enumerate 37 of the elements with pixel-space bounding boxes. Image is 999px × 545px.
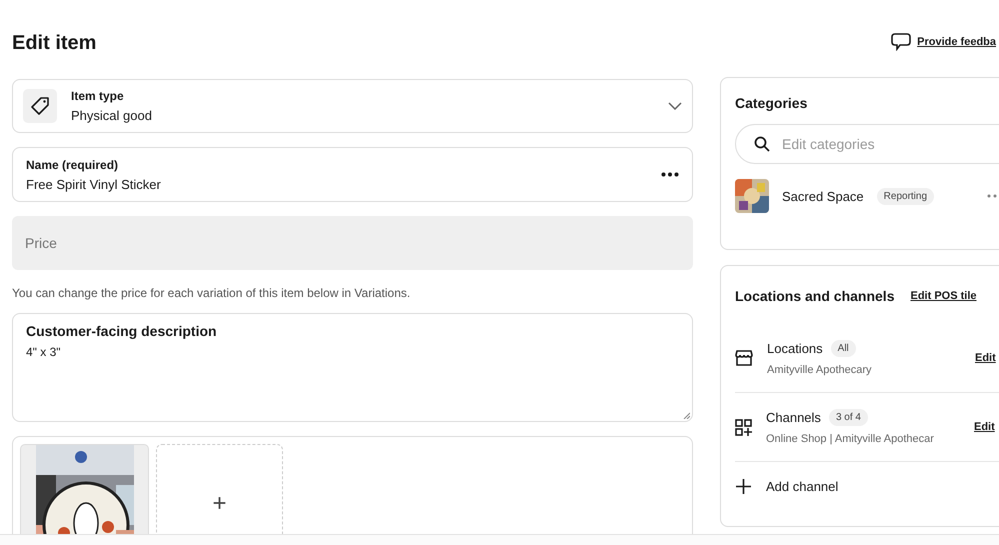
field-label: Item type [71, 89, 125, 103]
chat-bubble-icon [891, 33, 912, 51]
category-name: Sacred Space [782, 188, 864, 204]
row-title: Channels [766, 410, 821, 425]
card-title: Categories [735, 95, 808, 111]
tag-icon [31, 97, 49, 115]
count-badge: All [830, 340, 856, 357]
field-value: Free Spirit Vinyl Sticker [26, 176, 162, 192]
field-value: Physical good [71, 108, 153, 123]
field-label: Name (required) [26, 158, 120, 172]
count-badge: 3 of 4 [828, 409, 868, 426]
store-icon [735, 350, 753, 366]
resize-handle-icon[interactable] [683, 412, 690, 419]
category-tag: Reporting [876, 188, 934, 204]
plus-icon [735, 478, 752, 494]
card-title: Locations and channels [735, 288, 894, 304]
description-field[interactable]: Customer-facing description 4" x 3" [12, 313, 693, 422]
row-detail: Amityville Apothecary [767, 364, 873, 376]
page-title: Edit item [12, 31, 98, 55]
chevron-down-icon [668, 102, 682, 110]
row-detail: Online Shop | Amityville Apothecar [766, 433, 935, 445]
edit-link[interactable]: Edit [974, 421, 995, 433]
row-title: Locations [767, 341, 823, 356]
photo-thumbnail[interactable] [20, 444, 149, 534]
grid-plus-icon [735, 418, 752, 436]
edit-link[interactable]: Edit [975, 352, 996, 364]
search-placeholder: Edit categories [782, 136, 875, 152]
edit-pos-link[interactable]: Edit POS tile [910, 290, 976, 302]
name-field[interactable]: Name (required) Free Spirit Vinyl Sticker [12, 147, 693, 202]
search-icon [754, 136, 770, 152]
row-title[interactable]: Add channel [766, 478, 838, 494]
help-text: You can change the price for each variation of this item below in Variations. [12, 286, 412, 300]
more-icon[interactable] [661, 172, 679, 177]
item-type-select[interactable]: Item type Physical good [12, 79, 693, 133]
field-value: 4" x 3" [26, 345, 62, 359]
field-label: Customer-facing description [26, 323, 218, 339]
feedback-link[interactable]: Provide feedba [917, 36, 996, 48]
